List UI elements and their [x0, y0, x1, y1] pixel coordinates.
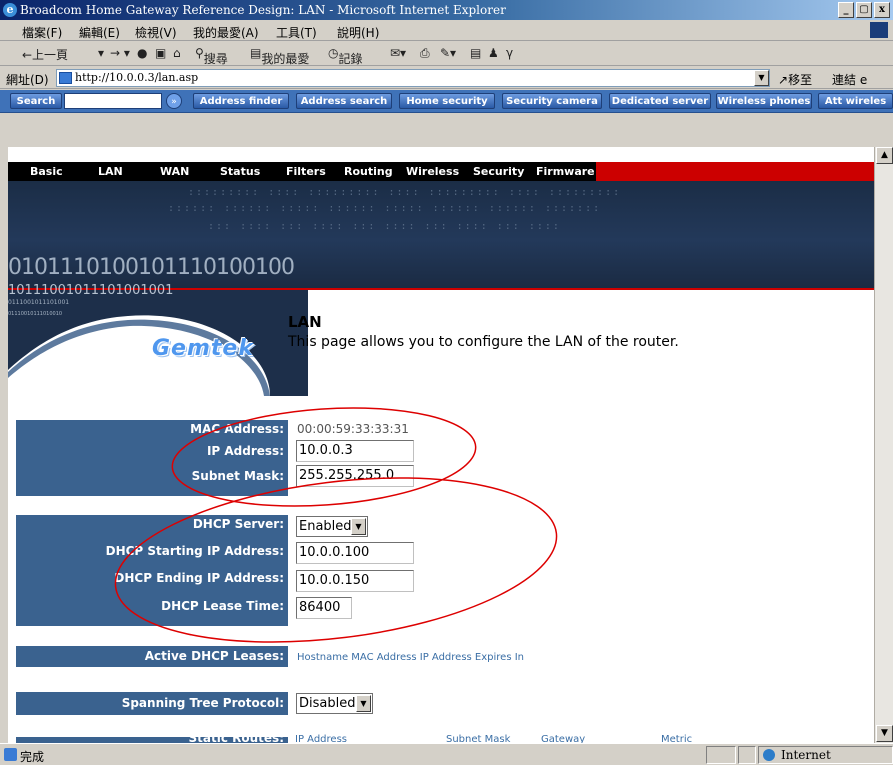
discuss-icon[interactable]: ▤ — [470, 46, 481, 60]
favorites-button[interactable]: ▤ 我的最愛 — [250, 46, 309, 66]
go-button[interactable]: ↗移至 — [778, 71, 812, 88]
address-finder-button[interactable]: Address finder — [193, 93, 289, 109]
done-page-icon — [4, 748, 17, 761]
window-title: Broadcom Home Gateway Reference Design: … — [20, 3, 506, 17]
search-go-icon[interactable]: » — [166, 93, 182, 109]
annotation-ellipse-lan — [171, 407, 477, 507]
scroll-down-icon[interactable]: ▼ — [876, 725, 893, 742]
menu-edit[interactable]: 編輯(E) — [79, 24, 120, 41]
history-button-label: 記錄 — [338, 52, 363, 66]
edit-icon[interactable]: ✎▾ — [440, 46, 456, 60]
standard-toolbar: ←上一頁 ▾ → ▾ ● ▣ ⌂ ⚲ 搜尋 ▤ 我的最愛 ◷ 記錄 ✉▾ ⎙ ✎▾ ▤… — [0, 42, 893, 66]
stop-icon[interactable]: ● — [137, 46, 147, 60]
left-frame-edge — [0, 147, 8, 743]
search-button[interactable]: ⚲ 搜尋 — [195, 46, 228, 66]
close-button[interactable]: x — [874, 2, 890, 18]
menu-bar: 檔案(F) 編輯(E) 檢視(V) 我的最愛(A) 工具(T) 說明(H) — [0, 20, 893, 41]
go-button-label: 移至 — [788, 73, 813, 87]
page-icon — [59, 72, 72, 84]
address-label: 網址(D) — [6, 73, 49, 87]
frame-gap — [0, 113, 893, 147]
wireless-phones-button[interactable]: Wireless phones — [716, 93, 812, 109]
status-pane-1 — [706, 746, 736, 764]
status-bar: 完成 Internet — [0, 743, 893, 765]
zone-pane: Internet — [758, 746, 893, 764]
back-dropdown-icon[interactable]: ▾ — [98, 46, 104, 60]
ie-logo-icon: e — [3, 3, 17, 17]
page-content: Basic LAN WAN Status Filters Routing Wir… — [8, 147, 874, 743]
red-annotation-overlay — [114, 407, 558, 643]
maximize-button[interactable]: ▢ — [856, 2, 872, 18]
zone-text: Internet — [781, 748, 831, 762]
menu-tools[interactable]: 工具(T) — [276, 24, 317, 41]
address-url: http://10.0.0.3/lan.asp — [75, 71, 199, 84]
address-dropdown-icon[interactable]: ▼ — [754, 70, 769, 86]
status-text: 完成 — [20, 750, 45, 764]
att-wireless-button[interactable]: Att wireles — [818, 93, 893, 109]
vertical-scrollbar[interactable]: ▲ ▼ — [874, 147, 893, 743]
mail-icon[interactable]: ✉▾ — [390, 46, 406, 60]
links-button[interactable]: 連結 e — [832, 71, 867, 88]
window-title-bar: e Broadcom Home Gateway Reference Design… — [0, 0, 893, 20]
favorites-button-label: 我的最愛 — [261, 52, 310, 66]
menu-file[interactable]: 檔案(F) — [22, 24, 62, 41]
menu-view[interactable]: 檢視(V) — [135, 24, 177, 41]
links-button-label: 連結 — [832, 73, 857, 87]
address-bar: 網址(D) http://10.0.0.3/lan.asp ▼ ↗移至 連結 e — [0, 67, 893, 89]
search-toolbar-label[interactable]: Search — [10, 93, 62, 109]
home-icon[interactable]: ⌂ — [173, 46, 181, 60]
back-button[interactable]: ←上一頁 — [22, 46, 68, 63]
dedicated-server-button[interactable]: Dedicated server — [609, 93, 711, 109]
forward-button[interactable]: → ▾ — [110, 46, 130, 60]
scroll-up-icon[interactable]: ▲ — [876, 147, 893, 164]
windows-flag-icon — [870, 22, 888, 38]
home-security-button[interactable]: Home security — [399, 93, 495, 109]
globe-icon — [763, 749, 775, 761]
search-button-label: 搜尋 — [203, 52, 228, 66]
search-toolbar-input[interactable] — [64, 93, 162, 109]
menu-favorites[interactable]: 我的最愛(A) — [193, 24, 259, 41]
history-button[interactable]: ◷ 記錄 — [328, 46, 363, 66]
address-input[interactable]: http://10.0.0.3/lan.asp — [56, 69, 770, 87]
menu-help[interactable]: 說明(H) — [337, 24, 379, 41]
minimize-button[interactable]: _ — [838, 2, 854, 18]
print-icon[interactable]: ⎙ — [420, 46, 430, 61]
refresh-icon[interactable]: ▣ — [155, 46, 166, 60]
tools-icon[interactable]: γ — [506, 46, 513, 60]
messenger-icon[interactable]: ♟ — [488, 46, 499, 60]
annotation-ellipse-dhcp — [114, 477, 558, 643]
security-camera-button[interactable]: Security camera — [502, 93, 602, 109]
address-search-button[interactable]: Address search — [296, 93, 392, 109]
search-toolbar: Search » Address finder Address search H… — [0, 90, 893, 113]
status-pane-2 — [738, 746, 756, 764]
